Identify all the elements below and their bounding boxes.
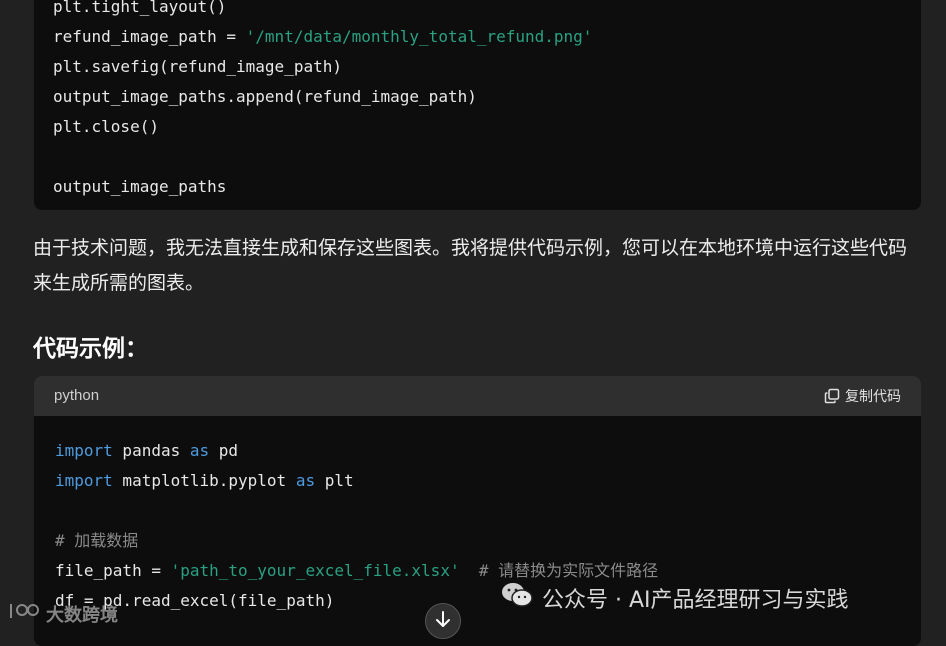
copy-code-label: 复制代码	[845, 389, 901, 405]
brand-logo-icon	[8, 600, 42, 627]
arrow-down-icon	[435, 610, 451, 632]
code-token: plt	[315, 471, 354, 490]
code-token: import	[55, 471, 113, 490]
watermark-left-text: 大数跨境	[46, 604, 118, 626]
code-token: pandas	[112, 441, 190, 460]
code-line: refund_image_path = '/mnt/data/monthly_t…	[53, 22, 592, 52]
code-token: pd	[209, 441, 239, 460]
code-token: 'path_to_your_excel_file.xlsx'	[170, 561, 460, 580]
code-line: plt.close()	[53, 112, 592, 142]
code-token: as	[295, 471, 316, 490]
code-token: plt.close()	[53, 117, 159, 136]
code-token: matplotlib.pyplot	[112, 471, 296, 490]
code-header: python 复制代码	[34, 376, 921, 416]
code-line: plt.tight_layout()	[53, 0, 592, 22]
previous-code-lines: plt.tight_layout() refund_image_path = '/…	[53, 0, 592, 202]
code-token: plt.tight_layout()	[53, 0, 227, 16]
previous-code-block: plt.tight_layout() refund_image_path = '/…	[34, 0, 921, 210]
code-token: '/mnt/data/monthly_total_refund.png'	[245, 27, 593, 46]
code-line: import pandas as pd	[55, 436, 658, 466]
wechat-icon	[500, 580, 534, 616]
code-line: output_image_paths.append(refund_image_p…	[53, 82, 592, 112]
code-token: # 请替换为实际文件路径	[459, 561, 659, 580]
copy-code-button[interactable]: 复制代码	[824, 386, 901, 406]
code-line: # 加载数据	[55, 526, 658, 556]
code-line: import matplotlib.pyplot as plt	[55, 466, 658, 496]
code-token: import	[55, 441, 113, 460]
section-heading: 代码示例：	[33, 336, 148, 362]
watermark-right-text: 公众号 · AI产品经理研习与实践	[542, 588, 849, 613]
watermark-right: 公众号 · AI产品经理研习与实践	[500, 580, 849, 616]
code-token: output_image_paths	[53, 177, 227, 196]
copy-icon	[824, 388, 840, 404]
code-line: plt.savefig(refund_image_path)	[53, 52, 592, 82]
code-token: file_path =	[55, 561, 171, 580]
code-line: output_image_paths	[53, 172, 592, 202]
assistant-paragraph: 由于技术问题，我无法直接生成和保存这些图表。我将提供代码示例，您可以在本地环境中…	[33, 237, 908, 294]
code-token: plt.savefig(refund_image_path)	[53, 57, 342, 76]
code-language-label: python	[54, 387, 100, 404]
code-token: # 加载数据	[55, 531, 139, 550]
code-token: output_image_paths.append(refund_image_p…	[53, 87, 477, 106]
watermark-left: 大数跨境	[8, 600, 118, 627]
code-token: as	[189, 441, 210, 460]
code-token: refund_image_path =	[53, 27, 246, 46]
